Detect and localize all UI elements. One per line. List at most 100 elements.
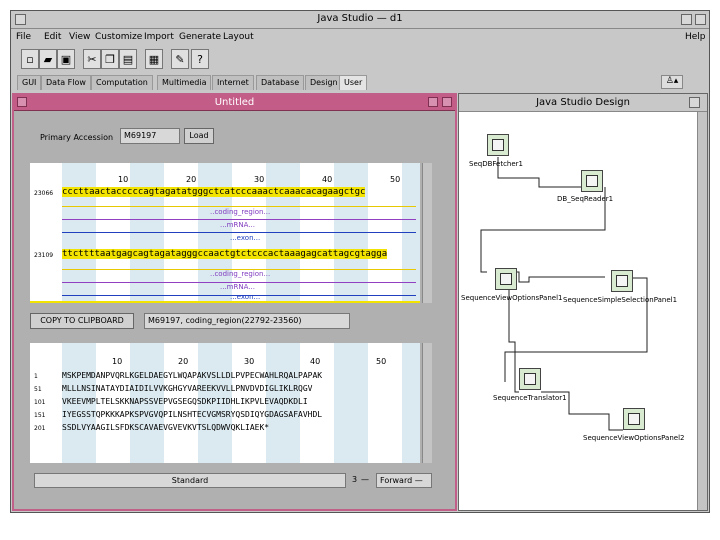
menu-file[interactable]: File bbox=[16, 32, 31, 42]
menubar: File Edit View Customize Import Generate… bbox=[11, 30, 709, 46]
genetic-code-select[interactable]: Standard bbox=[34, 473, 346, 488]
prot-row: IYEGSSTQPKKKAPKSPVGVQPILNSHTECVGMSRYQSDI… bbox=[62, 410, 323, 419]
frame-chevron-icon[interactable]: — bbox=[361, 475, 369, 484]
menu-import[interactable]: Import bbox=[144, 32, 174, 42]
node-label: DB_SeqReader1 bbox=[557, 195, 614, 203]
ruler-tick: 30 bbox=[244, 357, 255, 366]
menu-help[interactable]: Help bbox=[685, 32, 706, 42]
tab-computation[interactable]: Computation bbox=[91, 75, 153, 90]
prot-position: 201 bbox=[34, 425, 46, 432]
sequence-viewer[interactable]: 10 20 30 40 50 23066 cccttaactacccccagta… bbox=[30, 163, 420, 303]
ruler-tick: 10 bbox=[118, 175, 129, 184]
component-node[interactable] bbox=[487, 134, 509, 156]
ruler-tick: 20 bbox=[186, 175, 197, 184]
properties-icon[interactable]: ▦ bbox=[145, 49, 163, 69]
untitled-titlebar: Untitled bbox=[14, 95, 455, 111]
feature-label: ...mRNA... bbox=[220, 283, 255, 291]
node-label: SequenceSimpleSelectionPanel1 bbox=[563, 296, 678, 304]
help-icon[interactable]: ? bbox=[191, 49, 209, 69]
tab-user[interactable]: User bbox=[339, 75, 368, 90]
untitled-maximize-button[interactable] bbox=[442, 97, 452, 107]
prot-row: MSKPEMDANPVQRLKGELDAEGYLWQAPAKVSLLDLPVPE… bbox=[62, 371, 323, 380]
component-icon bbox=[500, 273, 512, 285]
minimize-button[interactable] bbox=[681, 14, 692, 25]
accession-label: Primary Accession bbox=[40, 133, 114, 142]
design-window: Java Studio Design SeqDBFetcher1 DB_SeqR… bbox=[458, 93, 708, 511]
menu-customize[interactable]: Customize bbox=[95, 32, 142, 42]
tab-data-flow[interactable]: Data Flow bbox=[41, 75, 91, 90]
app-title: Java Studio — d1 bbox=[317, 13, 403, 24]
save-icon[interactable]: ▣ bbox=[57, 49, 75, 69]
menu-generate[interactable]: Generate bbox=[179, 32, 221, 42]
menu-view[interactable]: View bbox=[69, 32, 90, 42]
new-icon[interactable]: ▫ bbox=[21, 49, 39, 69]
ruler-tick: 20 bbox=[178, 357, 189, 366]
ruler-tick: 50 bbox=[376, 357, 387, 366]
connection-wires bbox=[480, 157, 648, 431]
component-icon bbox=[628, 413, 640, 425]
prot-row: MLLLNSINATAYDIAIDILVVKGHGYVAREEKVVLLPNVD… bbox=[62, 384, 313, 393]
ruler-tick: 50 bbox=[390, 175, 401, 184]
genetic-code-value: Standard bbox=[171, 476, 209, 485]
ruler-tick: 30 bbox=[254, 175, 265, 184]
design-title: Java Studio Design bbox=[536, 97, 630, 108]
open-folder-icon[interactable]: ▰ bbox=[39, 49, 57, 69]
node-label: SeqDBFetcher1 bbox=[469, 160, 524, 168]
prot-position: 51 bbox=[34, 386, 42, 393]
translation-scrollbar[interactable] bbox=[422, 343, 432, 463]
seq-row: cccttaactacccccagtagatatgggctcatcccaaact… bbox=[62, 187, 366, 197]
seq-position: 23066 bbox=[34, 190, 54, 197]
node-label: SequenceViewOptionsPanel2 bbox=[583, 434, 685, 442]
component-node[interactable] bbox=[495, 268, 517, 290]
component-node[interactable] bbox=[519, 368, 541, 390]
feature-label: ..coding_region... bbox=[210, 270, 271, 278]
seq-position: 23109 bbox=[34, 252, 54, 259]
direction-select[interactable]: Forward — bbox=[376, 473, 432, 488]
maximize-button[interactable] bbox=[695, 14, 706, 25]
tab-database[interactable]: Database bbox=[256, 75, 305, 90]
ruler-tick: 40 bbox=[310, 357, 321, 366]
prot-row: VKEEVMPLTELSKKNAPSSVEPVGSEGQSDKPIIDHLIKP… bbox=[62, 397, 308, 406]
copy-icon[interactable]: ❐ bbox=[101, 49, 119, 69]
untitled-title: Untitled bbox=[214, 97, 255, 108]
menu-layout[interactable]: Layout bbox=[223, 32, 254, 42]
menu-edit[interactable]: Edit bbox=[44, 32, 61, 42]
design-titlebar: Java Studio Design bbox=[459, 94, 707, 112]
prot-row: SSDLVYAAGILSFDKSCAVAEVGVEVKVTSLQDWVQKLIA… bbox=[62, 423, 270, 432]
tab-internet[interactable]: Internet bbox=[212, 75, 254, 90]
node-label: SequenceViewOptionsPanel1 bbox=[461, 294, 563, 302]
user-icon[interactable]: ♙▴ bbox=[661, 75, 683, 89]
component-icon bbox=[616, 275, 628, 287]
component-node[interactable] bbox=[581, 170, 603, 192]
untitled-window: Untitled Primary Accession M69197 Load 1… bbox=[12, 93, 457, 511]
component-icon bbox=[492, 139, 504, 151]
toolbar: ▫ ▰ ▣ ✂ ❐ ▤ ▦ ✎ ? bbox=[15, 49, 215, 73]
tab-gui[interactable]: GUI bbox=[17, 75, 42, 90]
untitled-minimize-button[interactable] bbox=[428, 97, 438, 107]
feature-label: ..coding_region... bbox=[210, 208, 271, 216]
tab-design[interactable]: Design bbox=[305, 75, 343, 90]
design-maximize-button[interactable] bbox=[689, 97, 700, 108]
prot-position: 1 bbox=[34, 373, 38, 380]
copy-to-clipboard-button[interactable]: COPY TO CLIPBOARD bbox=[30, 313, 134, 329]
feature-label: ...mRNA... bbox=[220, 221, 255, 229]
node-label: SequenceTranslator1 bbox=[493, 394, 567, 402]
feature-label: ...exon... bbox=[230, 234, 261, 242]
sequence-scrollbar[interactable] bbox=[422, 163, 432, 303]
component-node[interactable] bbox=[623, 408, 645, 430]
component-node[interactable] bbox=[611, 270, 633, 292]
design-scrollbar[interactable] bbox=[697, 112, 707, 510]
palette-tabs: GUI Data Flow Computation Multimedia Int… bbox=[11, 73, 709, 91]
paste-icon[interactable]: ▤ bbox=[119, 49, 137, 69]
accession-input[interactable]: M69197 bbox=[120, 128, 180, 144]
app-titlebar: Java Studio — d1 bbox=[11, 11, 709, 29]
tab-multimedia[interactable]: Multimedia bbox=[157, 75, 212, 90]
cut-icon[interactable]: ✂ bbox=[83, 49, 101, 69]
seq-row: ttcttttaatgagcagtagatagggccaactgtctcccac… bbox=[62, 249, 388, 259]
wizard-icon[interactable]: ✎ bbox=[171, 49, 189, 69]
direction-value: Forward bbox=[380, 476, 413, 485]
selection-field[interactable]: M69197, coding_region(22792-23560) bbox=[144, 313, 350, 329]
frame-number: 3 bbox=[352, 475, 358, 484]
translation-viewer[interactable]: 10 20 30 40 50 1 MSKPEMDANPVQRLKGELDAEGY… bbox=[30, 343, 420, 463]
load-button[interactable]: Load bbox=[184, 128, 214, 144]
